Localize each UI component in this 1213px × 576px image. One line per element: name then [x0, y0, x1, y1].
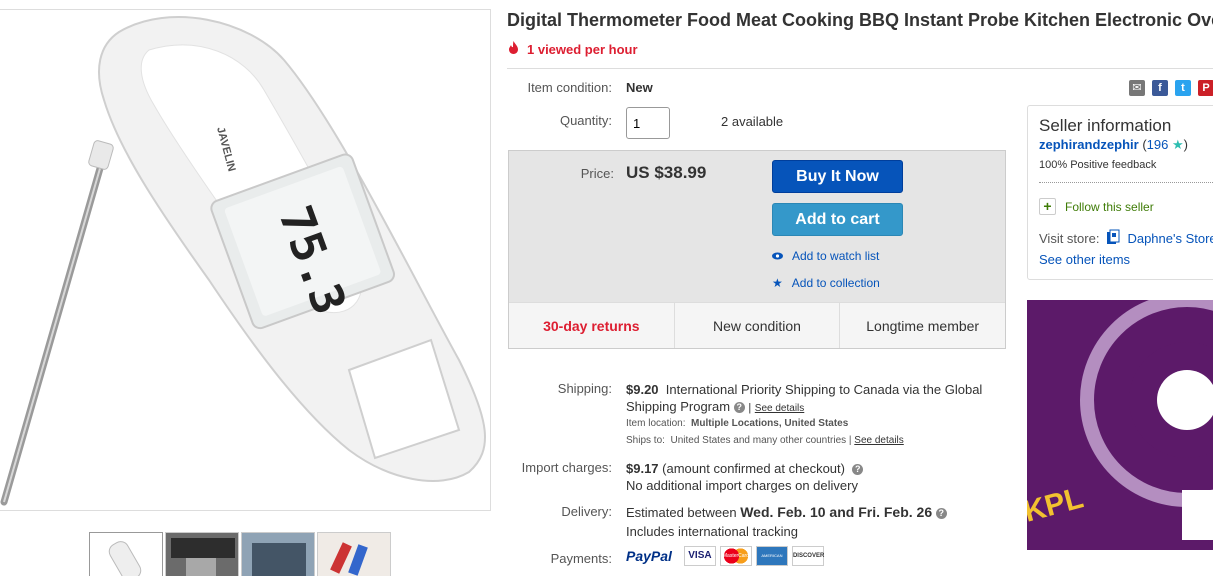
price-box: Price: US $38.99 Buy It Now Add to cart … — [508, 150, 1006, 349]
price-label: Price: — [580, 166, 614, 181]
paypal-logo: PayPal — [626, 548, 672, 564]
add-to-watch-list-link[interactable]: Add to watch list — [772, 249, 879, 263]
quantity-available: 2 available — [721, 114, 784, 129]
see-other-items-link[interactable]: See other items — [1039, 252, 1130, 267]
watch-label: Add to watch list — [792, 249, 880, 263]
seller-title: Seller information — [1039, 116, 1172, 135]
import-help-icon[interactable]: ? — [852, 464, 864, 475]
seller-feedback: 100% Positive feedback — [1039, 159, 1157, 171]
import-line2: No additional import charges on delivery — [626, 478, 858, 493]
collection-label: Add to collection — [791, 276, 880, 290]
shipping-cost: $9.20 — [626, 382, 659, 397]
help-icon[interactable]: ? — [733, 402, 745, 413]
amex-logo: AMERICAN EXPRESS — [755, 546, 788, 576]
quantity-input[interactable] — [626, 107, 670, 139]
thumbnail-2[interactable] — [165, 532, 239, 576]
seller-information-box: Seller information zephirandzephir (196 … — [1027, 105, 1213, 280]
eye-icon — [772, 249, 783, 263]
import-label: Import charges: — [521, 460, 612, 475]
shipping-see-details-link[interactable]: See details — [755, 403, 804, 414]
condition-label: Item condition: — [527, 80, 612, 95]
visa-logo: VISA — [683, 546, 716, 566]
title-divider — [507, 68, 1213, 69]
email-icon[interactable]: ✉ — [1129, 80, 1145, 96]
item-location: Item location: Multiple Locations, Unite… — [626, 418, 848, 429]
twitter-icon[interactable]: t — [1175, 80, 1191, 96]
thumbnail-3[interactable] — [241, 532, 315, 576]
follow-seller-link[interactable]: + Follow this seller — [1039, 198, 1154, 215]
seller-score-link[interactable]: 196 — [1147, 137, 1169, 152]
pinterest-icon[interactable]: P — [1198, 80, 1213, 96]
quantity-label: Quantity: — [559, 113, 612, 128]
flame-icon — [508, 41, 519, 57]
delivery-help-icon[interactable]: ? — [935, 508, 947, 519]
discover-logo: DISCOVER — [791, 546, 824, 566]
add-to-cart-button[interactable]: Add to cart — [772, 203, 903, 236]
add-to-collection-link[interactable]: ★ Add to collection — [772, 276, 880, 290]
ships-to-label: Ships to: — [626, 435, 665, 446]
item-location-label: Item location: — [626, 418, 686, 429]
badge-returns: 30-day returns — [509, 303, 675, 348]
ships-to-see-details-link[interactable]: See details — [854, 435, 903, 446]
ships-to: Ships to: United States and many other c… — [626, 435, 904, 446]
viewed-indicator: 1 viewed per hour — [508, 41, 638, 57]
share-icons: ✉ f t P — [1129, 80, 1213, 96]
store-link[interactable]: Daphne's Store — [1127, 231, 1213, 246]
item-location-value: Multiple Locations, United States — [691, 418, 849, 429]
condition-value: New — [626, 80, 653, 95]
buy-it-now-button[interactable]: Buy It Now — [772, 160, 903, 193]
delivery-label: Delivery: — [561, 504, 612, 519]
item-title: Digital Thermometer Food Meat Cooking BB… — [507, 10, 1213, 30]
ships-to-value: United States and many other countries — [670, 435, 847, 446]
payments-label: Payments: — [550, 551, 612, 566]
teal-star-icon: ★ — [1171, 137, 1184, 152]
seller-divider — [1039, 182, 1213, 183]
mastercard-logo: MasterCard — [719, 546, 752, 566]
advertisement[interactable]: KPL — [1027, 300, 1213, 550]
shipping-info: $9.20 International Priority Shipping to… — [626, 382, 983, 414]
viewed-text: 1 viewed per hour — [527, 41, 638, 57]
visit-store-row: Visit store: Daphne's Store — [1039, 229, 1213, 248]
facebook-icon[interactable]: f — [1152, 80, 1168, 96]
price-value: US $38.99 — [626, 163, 707, 182]
visit-store-label: Visit store: — [1039, 231, 1100, 246]
product-main-image[interactable]: 75.3 JAVELIN — [0, 9, 491, 511]
delivery-info: Estimated between Wed. Feb. 10 and Fri. … — [626, 503, 947, 541]
delivery-line2: Includes international tracking — [626, 524, 798, 539]
ad-text: KPL — [1027, 481, 1087, 528]
delivery-prefix: Estimated between — [626, 505, 737, 520]
thumbnail-strip — [89, 532, 391, 576]
ad-graphic: KPL — [1027, 300, 1213, 540]
badge-condition: New condition — [675, 303, 841, 348]
seller-name-row: zephirandzephir (196 ★) — [1039, 137, 1188, 152]
plus-icon: + — [1039, 198, 1056, 215]
payment-methods: PayPal VISA MasterCard AMERICAN EXPRESS … — [626, 546, 824, 576]
thumbnail-1[interactable] — [89, 532, 163, 576]
thermometer-image: 75.3 JAVELIN — [0, 16, 486, 506]
shipping-desc2: Shipping Program — [626, 399, 731, 414]
shipping-desc: International Priority Shipping to Canad… — [665, 382, 983, 397]
trust-badges: 30-day returns New condition Longtime me… — [509, 302, 1005, 348]
star-icon: ★ — [772, 276, 783, 290]
shipping-label: Shipping: — [557, 381, 612, 396]
import-note: (amount confirmed at checkout) — [662, 461, 845, 476]
delivery-dates: Wed. Feb. 10 and Fri. Feb. 26 — [740, 504, 933, 520]
thumbnail-4[interactable] — [317, 532, 391, 576]
follow-label: Follow this seller — [1065, 199, 1154, 214]
import-info: $9.17 (amount confirmed at checkout) ? N… — [626, 460, 864, 494]
seller-name-link[interactable]: zephirandzephir — [1039, 137, 1139, 152]
badge-member: Longtime member — [866, 318, 980, 334]
store-icon — [1106, 229, 1120, 248]
import-cost: $9.17 — [626, 461, 659, 476]
